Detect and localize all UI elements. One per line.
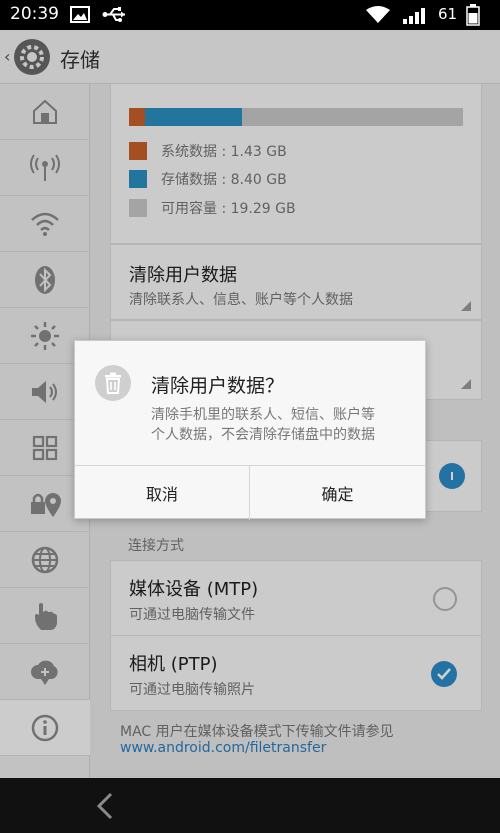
status-time: 20:39 bbox=[10, 4, 59, 24]
picture-icon bbox=[70, 6, 90, 27]
clear-user-data-dialog: 清除用户数据？ 清除手机里的联系人、短信、账户等 个人数据，不会清除存储盘中的数… bbox=[74, 340, 426, 520]
usb-icon bbox=[102, 6, 128, 27]
cancel-button[interactable]: 取消 bbox=[75, 466, 250, 520]
battery-level: 61 bbox=[438, 5, 458, 23]
wifi-icon bbox=[366, 6, 390, 28]
status-bar: 20:39 61 bbox=[0, 0, 500, 30]
signal-icon bbox=[403, 6, 429, 28]
confirm-button[interactable]: 确定 bbox=[250, 466, 425, 520]
dialog-button-row: 取消 确定 bbox=[75, 465, 425, 520]
dialog-title: 清除用户数据？ bbox=[151, 375, 285, 397]
trash-icon bbox=[95, 365, 131, 401]
dialog-message-line-2: 个人数据，不会清除存储盘中的数据 bbox=[151, 427, 375, 443]
dialog-message-line-1: 清除手机里的联系人、短信、账户等 bbox=[151, 407, 375, 423]
battery-icon bbox=[466, 4, 480, 30]
back-arrow-icon[interactable] bbox=[94, 792, 116, 824]
navigation-bar bbox=[0, 778, 500, 833]
